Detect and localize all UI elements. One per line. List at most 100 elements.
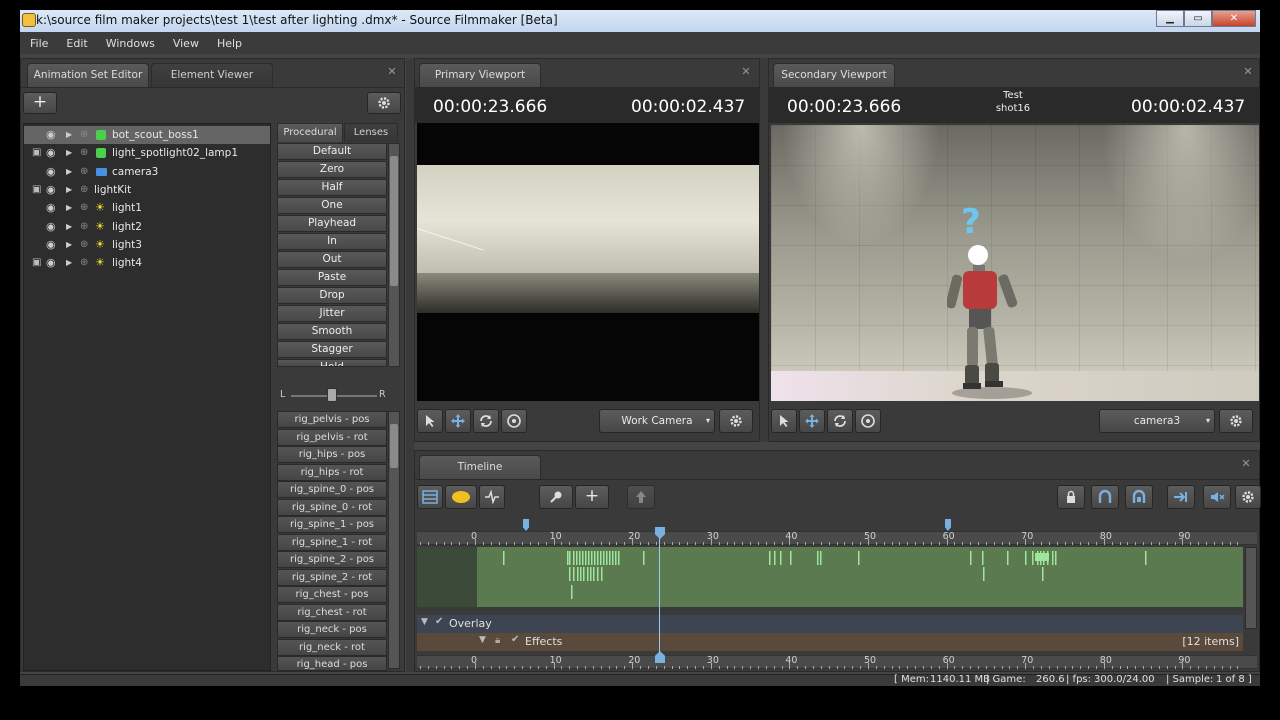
maximize-button[interactable]: ▭ xyxy=(1184,10,1212,27)
keyframe-mark[interactable] xyxy=(583,567,585,581)
tree-item-light-spotlight02-lamp1[interactable]: ▣ ◉ ▶ ⊕ light_spotlight02_lamp1 xyxy=(24,144,270,162)
attribute-item[interactable]: rig_chest - rot xyxy=(277,603,387,621)
tree-item-light3[interactable]: ◉ ▶ ⊕ ☀ light3 xyxy=(24,236,270,254)
pivot-tool-button[interactable] xyxy=(855,409,881,433)
tab-primary-viewport[interactable]: Primary Viewport xyxy=(419,63,541,87)
lock-icon[interactable]: ▣ xyxy=(32,144,41,162)
eye-icon[interactable]: ◉ xyxy=(46,163,56,181)
keyframe-mark[interactable] xyxy=(1007,551,1009,565)
attribute-item[interactable]: rig_spine_0 - rot xyxy=(277,498,387,516)
keyframe-mark[interactable] xyxy=(1055,551,1057,565)
menu-help[interactable]: Help xyxy=(217,37,242,50)
expand-arrow-icon[interactable]: ▶ xyxy=(66,126,72,144)
tree-item-lightKit[interactable]: ▣ ◉ ▶ ⊕ lightKit xyxy=(24,181,270,199)
keyframe-mark[interactable] xyxy=(600,551,602,565)
keyframe-mark[interactable] xyxy=(982,551,984,565)
procedural-zero-button[interactable]: Zero xyxy=(277,161,387,178)
select-tool-button[interactable] xyxy=(417,409,443,433)
up-button[interactable] xyxy=(627,485,655,509)
keyframe-mark[interactable] xyxy=(569,551,571,565)
expand-arrow-icon[interactable]: ▶ xyxy=(66,199,72,217)
keyframe-mark[interactable] xyxy=(1025,551,1027,565)
group-toggle-icon[interactable]: ⊕ xyxy=(80,254,88,272)
menu-view[interactable]: View xyxy=(173,37,199,50)
group-toggle-icon[interactable]: ⊕ xyxy=(80,144,88,162)
keyframe-mark[interactable] xyxy=(817,551,819,565)
procedural-hold-button[interactable]: Hold xyxy=(277,359,387,367)
pivot-tool-button[interactable] xyxy=(501,409,527,433)
panel-close-icon[interactable]: ✕ xyxy=(741,66,751,77)
keyframe-mark[interactable] xyxy=(573,551,575,565)
move-tool-button[interactable] xyxy=(799,409,825,433)
jump-end-button[interactable] xyxy=(1167,485,1195,509)
timeline-settings-button[interactable] xyxy=(1235,485,1261,509)
panel-close-icon[interactable]: ✕ xyxy=(1243,66,1253,77)
attribute-item[interactable]: rig_hips - pos xyxy=(277,446,387,463)
keyframe-mark[interactable] xyxy=(573,567,575,581)
time-marker-end[interactable] xyxy=(945,519,951,531)
balance-slider-handle[interactable] xyxy=(327,388,337,402)
overlay-row[interactable]: ▼ ✔ Overlay xyxy=(417,615,1243,633)
keyframe-mark[interactable] xyxy=(587,567,589,581)
playhead-bottom-handle[interactable] xyxy=(655,651,665,663)
tree-item-light2[interactable]: ◉ ▶ ⊕ ☀ light2 xyxy=(24,218,270,236)
keyframe-mark[interactable] xyxy=(588,551,590,565)
snap-button[interactable] xyxy=(1091,485,1119,509)
tab-procedural[interactable]: Procedural xyxy=(277,123,343,142)
group-toggle-icon[interactable]: ⊕ xyxy=(80,163,88,181)
timeline-scrollbar[interactable] xyxy=(1245,547,1257,629)
keyframe-block[interactable] xyxy=(1035,553,1049,561)
splitter[interactable] xyxy=(760,58,768,442)
tab-lenses[interactable]: Lenses xyxy=(344,123,398,142)
menu-windows[interactable]: Windows xyxy=(106,37,155,50)
keyframe-mark[interactable] xyxy=(1032,551,1034,565)
add-track-button[interactable]: + xyxy=(575,485,609,509)
keyframe-mark[interactable] xyxy=(615,551,617,565)
keyframe-mark[interactable] xyxy=(603,551,605,565)
tree-item-light1[interactable]: ◉ ▶ ⊕ ☀ light1 xyxy=(24,199,270,217)
clip-editor-button[interactable] xyxy=(417,485,443,509)
move-tool-button[interactable] xyxy=(445,409,471,433)
attribute-item[interactable]: rig_neck - rot xyxy=(277,638,387,656)
tab-animation-set-editor[interactable]: Animation Set Editor xyxy=(27,63,149,87)
attribute-item[interactable]: rig_pelvis - rot xyxy=(277,428,387,446)
timeline-ruler-top[interactable]: 0 10 20 30 40 50 60 70 80 90 xyxy=(417,531,1257,545)
keyframe-mark[interactable] xyxy=(594,551,596,565)
keyframe-mark[interactable] xyxy=(601,567,603,581)
expand-arrow-icon[interactable]: ▶ xyxy=(66,181,72,199)
attribute-item[interactable]: rig_spine_1 - pos xyxy=(277,516,387,533)
time-marker-start[interactable] xyxy=(523,519,529,531)
keyframe-mark[interactable] xyxy=(590,567,592,581)
keyframe-mark[interactable] xyxy=(585,551,587,565)
keyframe-mark[interactable] xyxy=(597,567,599,581)
keyframe-mark[interactable] xyxy=(577,567,579,581)
eye-icon[interactable]: ◉ xyxy=(46,144,56,162)
attribute-item[interactable]: rig_chest - pos xyxy=(277,586,387,603)
minimize-button[interactable]: ▁ xyxy=(1156,10,1184,27)
motion-editor-button[interactable] xyxy=(445,485,477,509)
camera-dropdown[interactable]: camera3 ▾ xyxy=(1099,409,1215,433)
add-key-button[interactable] xyxy=(539,485,573,509)
keyframe-mark[interactable] xyxy=(597,551,599,565)
rotate-tool-button[interactable] xyxy=(473,409,499,433)
select-tool-button[interactable] xyxy=(771,409,797,433)
menu-edit[interactable]: Edit xyxy=(66,37,87,50)
attribute-item[interactable]: rig_hips - rot xyxy=(277,463,387,481)
tab-element-viewer[interactable]: Element Viewer xyxy=(151,63,273,87)
lock-icon[interactable]: 🔒︎ xyxy=(495,635,500,646)
attribute-scrollbar[interactable] xyxy=(388,411,400,669)
camera-dropdown[interactable]: Work Camera ▾ xyxy=(599,409,715,433)
keyframe-mark[interactable] xyxy=(780,551,782,565)
keyframe-mark[interactable] xyxy=(1042,567,1044,581)
lock-icon[interactable]: ▣ xyxy=(32,254,41,272)
keyframe-mark[interactable] xyxy=(606,551,608,565)
settings-button[interactable] xyxy=(367,92,401,114)
mute-button[interactable] xyxy=(1203,485,1231,509)
keyframe-mark[interactable] xyxy=(582,551,584,565)
snap-frame-button[interactable] xyxy=(1125,485,1153,509)
expand-arrow-icon[interactable]: ▶ xyxy=(66,236,72,254)
attribute-item[interactable]: rig_head - pos xyxy=(277,656,387,671)
graph-editor-button[interactable] xyxy=(479,485,505,509)
secondary-viewport-render[interactable]: ? xyxy=(771,125,1259,401)
bot-scout-character[interactable]: ? xyxy=(947,201,1037,401)
